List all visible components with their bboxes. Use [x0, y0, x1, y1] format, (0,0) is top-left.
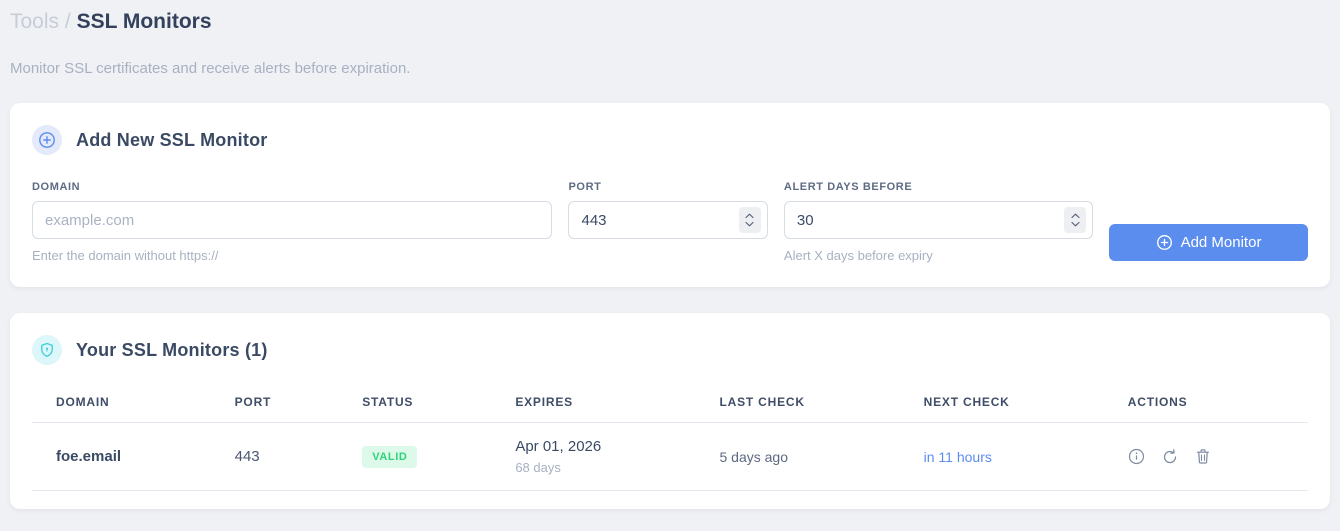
- column-header-port: PORT: [210, 383, 339, 423]
- domain-label: DOMAIN: [32, 181, 81, 193]
- refresh-icon: [1163, 448, 1176, 463]
- ssl-monitors-page: Tools / SSL Monitors Monitor SSL certifi…: [0, 0, 1340, 509]
- monitor-last-check: 5 days ago: [695, 422, 900, 491]
- table-header-row: DOMAIN PORT STATUS EXPIRES LAST CHECK NE…: [32, 383, 1308, 423]
- alert-days-label: ALERT DAYS BEFORE: [783, 181, 913, 193]
- add-monitor-button[interactable]: Add Monitor: [1109, 224, 1308, 261]
- monitor-expires-cell: Apr 01, 2026 68 days: [491, 422, 696, 491]
- column-header-last-check: LAST CHECK: [695, 383, 900, 423]
- expires-days-remaining: 68 days: [515, 460, 561, 475]
- column-header-domain: DOMAIN: [32, 383, 211, 423]
- monitor-status-cell: VALID: [338, 422, 492, 491]
- alert-days-stepper[interactable]: [1064, 207, 1086, 233]
- add-monitor-header: Add New SSL Monitor: [32, 125, 1308, 155]
- monitors-header: Your SSL Monitors (1): [32, 335, 1308, 365]
- alert-days-field-group: ALERT DAYS BEFORE Alert X days before ex…: [783, 181, 1093, 263]
- page-title: SSL Monitors: [76, 10, 212, 33]
- info-icon: [1128, 448, 1144, 465]
- submit-wrap: Add Monitor: [1109, 181, 1308, 263]
- monitors-list-card: Your SSL Monitors (1) DOMAIN PORT STATUS…: [10, 313, 1330, 509]
- trash-icon: [1196, 449, 1209, 464]
- port-stepper[interactable]: [738, 207, 761, 233]
- domain-input[interactable]: [32, 201, 553, 239]
- breadcrumb-separator: /: [64, 10, 71, 33]
- column-header-expires: EXPIRES: [491, 383, 696, 423]
- add-monitor-button-label: Add Monitor: [1180, 234, 1262, 251]
- plus-circle-icon: [1156, 235, 1172, 250]
- domain-field-group: DOMAIN Enter the domain without https://: [32, 181, 553, 263]
- column-header-status: STATUS: [338, 383, 492, 423]
- column-header-actions: ACTIONS: [1103, 383, 1308, 423]
- monitor-port: 443: [210, 422, 339, 491]
- monitor-domain: foe.email: [32, 422, 211, 491]
- plus-circle-icon: [32, 125, 62, 155]
- shield-icon: [32, 335, 62, 365]
- info-button[interactable]: [1128, 448, 1145, 465]
- alert-days-input[interactable]: [783, 201, 1093, 239]
- alert-days-hint: Alert X days before expiry: [783, 248, 933, 263]
- breadcrumb-parent[interactable]: Tools: [10, 10, 59, 33]
- add-monitor-card: Add New SSL Monitor DOMAIN Enter the dom…: [10, 103, 1330, 287]
- breadcrumb: Tools / SSL Monitors: [10, 0, 1330, 36]
- status-badge: VALID: [362, 445, 418, 468]
- column-header-next-check: NEXT CHECK: [899, 383, 1104, 423]
- domain-hint: Enter the domain without https://: [32, 248, 219, 263]
- monitors-title: Your SSL Monitors (1): [76, 339, 268, 360]
- add-monitor-form: DOMAIN Enter the domain without https://…: [32, 181, 1308, 263]
- monitors-table: DOMAIN PORT STATUS EXPIRES LAST CHECK NE…: [32, 383, 1308, 491]
- monitor-actions-cell: [1103, 422, 1308, 491]
- table-row: foe.email 443 VALID Apr 01, 2026 68 days…: [32, 422, 1308, 491]
- page-subtitle: Monitor SSL certificates and receive ale…: [10, 60, 411, 77]
- monitor-next-check: in 11 hours: [899, 422, 1104, 491]
- delete-button[interactable]: [1195, 448, 1211, 465]
- port-field-group: PORT: [568, 181, 768, 263]
- refresh-button[interactable]: [1162, 448, 1178, 465]
- port-input[interactable]: [568, 201, 768, 239]
- port-label: PORT: [568, 181, 602, 193]
- expires-date: Apr 01, 2026: [515, 438, 602, 455]
- add-monitor-title: Add New SSL Monitor: [76, 129, 268, 150]
